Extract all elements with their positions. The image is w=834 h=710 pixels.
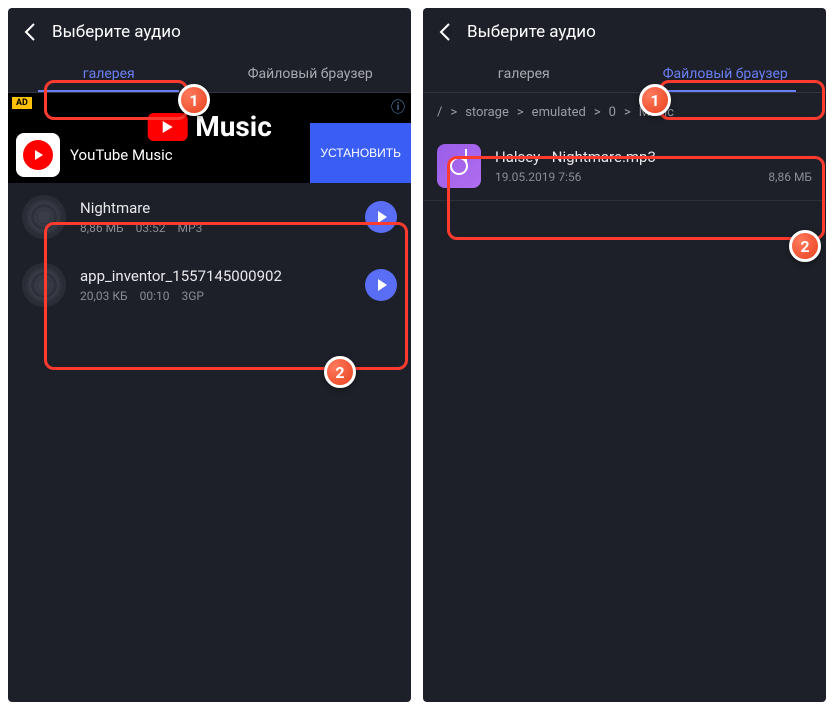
audio-meta: 8,86 МБ 03:52 MP3: [80, 221, 351, 235]
install-button[interactable]: УСТАНОВИТЬ: [310, 123, 411, 183]
file-meta: 19.05.2019 7:56 8,86 МБ: [495, 170, 812, 184]
header: Выберите аудио: [423, 8, 826, 56]
ad-label: AD: [12, 97, 32, 109]
tab-file-browser[interactable]: Файловый браузер: [210, 56, 412, 92]
note-icon: [450, 157, 468, 175]
file-info: Halsey - Nightmare.mp3 19.05.2019 7:56 8…: [495, 148, 812, 184]
tab-gallery[interactable]: галерея: [8, 56, 210, 92]
file-item[interactable]: Halsey - Nightmare.mp3 19.05.2019 7:56 8…: [423, 132, 826, 201]
play-button[interactable]: [365, 201, 397, 233]
audio-name: app_inventor_1557145000902: [80, 267, 351, 285]
breadcrumb[interactable]: / > storage > emulated > 0 > Music: [423, 93, 826, 132]
header: Выберите аудио: [8, 8, 411, 56]
play-button[interactable]: [365, 269, 397, 301]
audio-info: Nightmare 8,86 МБ 03:52 MP3: [80, 199, 351, 235]
ad-app-icon: [16, 133, 60, 177]
disc-icon: [22, 195, 66, 239]
file-name: Halsey - Nightmare.mp3: [495, 148, 812, 166]
page-title: Выберите аудио: [52, 22, 181, 42]
list-item[interactable]: app_inventor_1557145000902 20,03 КБ 00:1…: [8, 251, 411, 319]
ad-info-icon[interactable]: ⓘ: [391, 97, 405, 117]
back-icon[interactable]: [435, 22, 455, 42]
disc-icon: [22, 263, 66, 307]
tabs: галерея Файловый браузер: [423, 56, 826, 93]
right-screenshot: Выберите аудио галерея Файловый браузер …: [423, 8, 826, 702]
badge-1: 1: [639, 84, 671, 116]
tab-gallery[interactable]: галерея: [423, 56, 625, 92]
left-screenshot: Выберите аудио галерея Файловый браузер …: [8, 8, 411, 702]
tabs: галерея Файловый браузер: [8, 56, 411, 93]
badge-2: 2: [324, 356, 356, 388]
list-item[interactable]: Nightmare 8,86 МБ 03:52 MP3: [8, 183, 411, 251]
audio-info: app_inventor_1557145000902 20,03 КБ 00:1…: [80, 267, 351, 303]
music-file-icon: [437, 144, 481, 188]
audio-name: Nightmare: [80, 199, 351, 217]
audio-meta: 20,03 КБ 00:10 3GP: [80, 289, 351, 303]
page-title: Выберите аудио: [467, 22, 596, 42]
ad-banner[interactable]: AD ⓘ Music YouTube Music УСТАНОВИТЬ: [8, 93, 411, 183]
badge-1: 1: [178, 84, 210, 116]
audio-list: Nightmare 8,86 МБ 03:52 MP3 app_inventor…: [8, 183, 411, 319]
badge-2: 2: [789, 230, 821, 262]
youtube-music-icon: [23, 140, 53, 170]
back-icon[interactable]: [20, 22, 40, 42]
